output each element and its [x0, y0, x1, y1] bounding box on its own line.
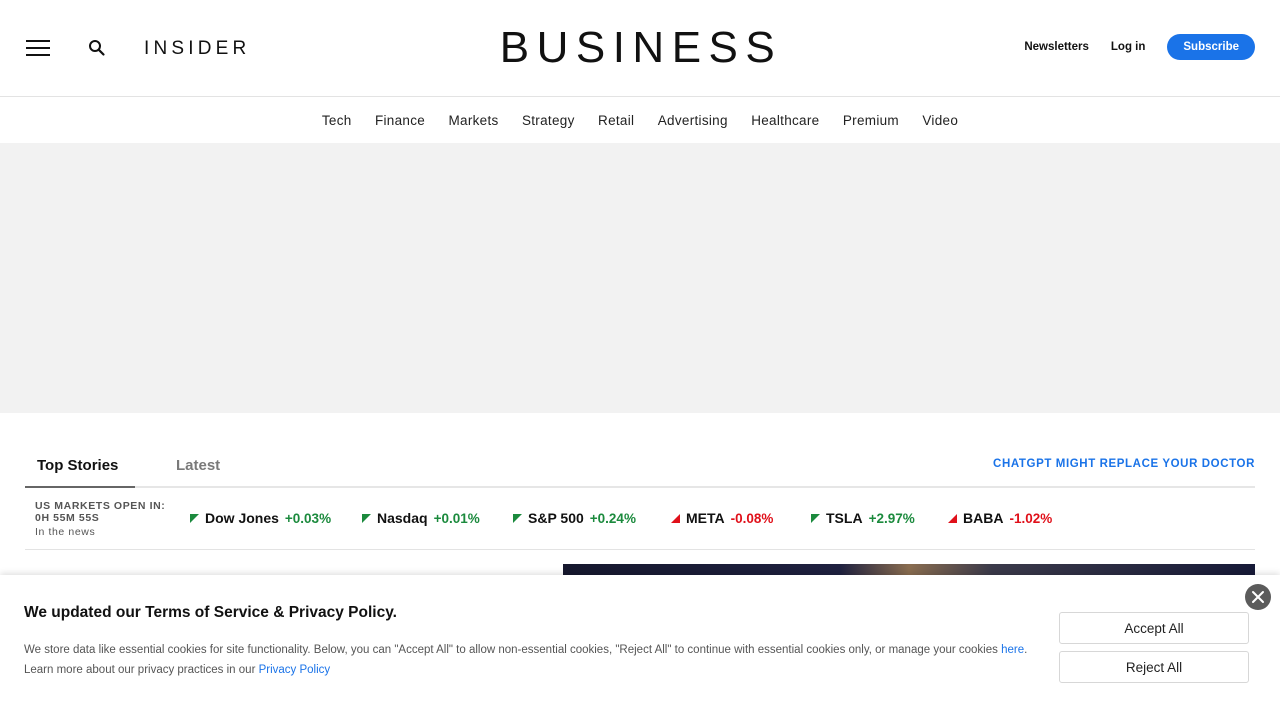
nav-item-tech[interactable]: Tech — [310, 113, 363, 128]
section-nav: Tech Finance Markets Strategy Retail Adv… — [0, 97, 1280, 143]
market-status-label: US MARKETS OPEN IN: — [35, 500, 166, 512]
stock-tsla[interactable]: TSLA +2.97% — [811, 510, 915, 526]
stock-change: +0.03% — [284, 510, 332, 526]
stock-dow-jones[interactable]: Dow Jones +0.03% — [190, 510, 331, 526]
nav-item-healthcare[interactable]: Healthcare — [740, 113, 832, 128]
header-actions: Newsletters Log in Subscribe — [1024, 34, 1255, 60]
arrow-down-icon — [671, 513, 680, 523]
nav-item-retail[interactable]: Retail — [586, 113, 646, 128]
stock-name: Dow Jones — [205, 510, 279, 526]
subscribe-button[interactable]: Subscribe — [1167, 34, 1255, 60]
stock-change: +0.24% — [589, 510, 636, 526]
in-the-news-label: In the news — [35, 526, 96, 538]
nav-item-premium[interactable]: Premium — [831, 113, 910, 128]
arrow-up-icon — [811, 513, 820, 523]
stock-name: BABA — [963, 510, 1004, 526]
stock-change: +0.01% — [433, 510, 480, 526]
manage-cookies-link[interactable]: here — [1001, 644, 1024, 656]
business-logo[interactable]: BUSINESS — [496, 24, 786, 72]
site-header: INSIDER BUSINESS Newsletters Log in Subs… — [0, 0, 1280, 97]
stock-change: +2.97% — [868, 510, 915, 526]
stock-name: S&P 500 — [528, 510, 584, 526]
accept-all-button[interactable]: Accept All — [1059, 612, 1249, 644]
cookie-banner: We updated our Terms of Service & Privac… — [0, 575, 1280, 720]
arrow-up-icon — [362, 513, 371, 523]
stock-change: -1.02% — [1009, 510, 1053, 526]
promo-headline-link[interactable]: CHATGPT MIGHT REPLACE YOUR DOCTOR — [993, 458, 1255, 470]
ad-placeholder — [0, 143, 1280, 413]
cookie-text-part1: We store data like essential cookies for… — [24, 644, 1002, 656]
nav-item-finance[interactable]: Finance — [363, 113, 437, 128]
nav-item-video[interactable]: Video — [911, 113, 970, 128]
stock-name: TSLA — [826, 510, 863, 526]
cookie-banner-title: We updated our Terms of Service & Privac… — [24, 604, 397, 621]
market-countdown: 0H 55M 55S — [35, 512, 100, 524]
nav-item-advertising[interactable]: Advertising — [646, 113, 739, 128]
newsletters-link[interactable]: Newsletters — [1024, 41, 1089, 53]
stock-name: Nasdaq — [377, 510, 428, 526]
insider-logo[interactable]: INSIDER — [144, 38, 250, 60]
active-tab-indicator — [25, 486, 135, 488]
close-icon[interactable] — [1245, 584, 1271, 610]
nav-item-markets[interactable]: Markets — [437, 113, 510, 128]
arrow-down-icon — [948, 513, 957, 523]
menu-icon[interactable] — [26, 40, 50, 57]
stock-baba[interactable]: BABA -1.02% — [948, 510, 1052, 526]
story-tabs: Top Stories Latest CHATGPT MIGHT REPLACE… — [25, 443, 1255, 488]
tab-latest[interactable]: Latest — [176, 457, 220, 474]
tab-top-stories[interactable]: Top Stories — [37, 457, 118, 474]
login-link[interactable]: Log in — [1111, 41, 1146, 53]
cookie-banner-text: We store data like essential cookies for… — [24, 640, 1034, 680]
arrow-up-icon — [190, 513, 199, 523]
search-icon[interactable] — [88, 39, 106, 57]
market-ticker: US MARKETS OPEN IN: 0H 55M 55S In the ne… — [25, 489, 1255, 550]
stock-name: META — [686, 510, 725, 526]
market-status: US MARKETS OPEN IN: 0H 55M 55S In the ne… — [35, 500, 165, 538]
stock-change: -0.08% — [730, 510, 774, 526]
stock-meta[interactable]: META -0.08% — [671, 510, 773, 526]
stock-nasdaq[interactable]: Nasdaq +0.01% — [362, 510, 480, 526]
arrow-up-icon — [513, 513, 522, 523]
reject-all-button[interactable]: Reject All — [1059, 651, 1249, 683]
stock-sp500[interactable]: S&P 500 +0.24% — [513, 510, 636, 526]
nav-item-strategy[interactable]: Strategy — [510, 113, 586, 128]
privacy-policy-link[interactable]: Privacy Policy — [259, 664, 331, 676]
